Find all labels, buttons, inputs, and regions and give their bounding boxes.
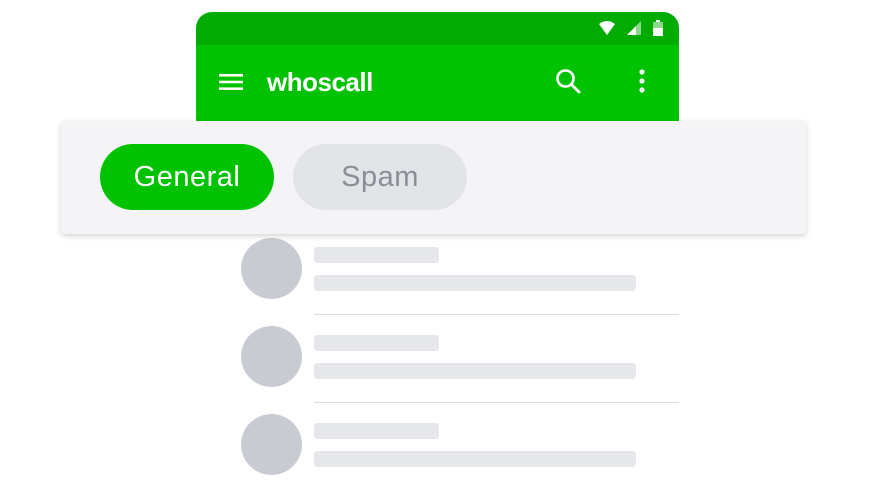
title-placeholder — [314, 423, 439, 439]
battery-icon — [653, 19, 663, 41]
phone-screen: whoscall — [196, 12, 679, 480]
subtitle-placeholder — [314, 451, 636, 467]
title-placeholder — [314, 335, 439, 351]
stage: whoscall General Spam — [0, 0, 870, 480]
app-bar: whoscall — [196, 45, 679, 125]
divider — [314, 314, 679, 315]
status-icons — [599, 19, 663, 41]
avatar-placeholder — [241, 326, 302, 387]
more-options-button[interactable] — [630, 67, 654, 99]
list-item[interactable] — [241, 322, 679, 410]
wifi-icon — [599, 20, 615, 40]
avatar-placeholder — [241, 238, 302, 299]
divider — [314, 402, 679, 403]
signal-icon — [627, 20, 641, 40]
tab-general[interactable]: General — [100, 144, 274, 210]
tab-spam[interactable]: Spam — [293, 144, 467, 210]
status-bar — [196, 12, 679, 45]
app-brand: whoscall — [267, 67, 373, 97]
list-item[interactable] — [241, 234, 679, 322]
subtitle-placeholder — [314, 275, 636, 291]
menu-icon — [219, 73, 243, 96]
tab-switcher-card: General Spam — [61, 121, 806, 234]
avatar-placeholder — [241, 414, 302, 475]
title-placeholder — [314, 247, 439, 263]
call-list — [241, 234, 679, 480]
more-vert-icon — [639, 68, 645, 98]
menu-button[interactable] — [216, 71, 246, 97]
subtitle-placeholder — [314, 363, 636, 379]
list-item[interactable] — [241, 410, 679, 480]
search-icon — [555, 68, 581, 99]
search-button[interactable] — [552, 67, 584, 99]
